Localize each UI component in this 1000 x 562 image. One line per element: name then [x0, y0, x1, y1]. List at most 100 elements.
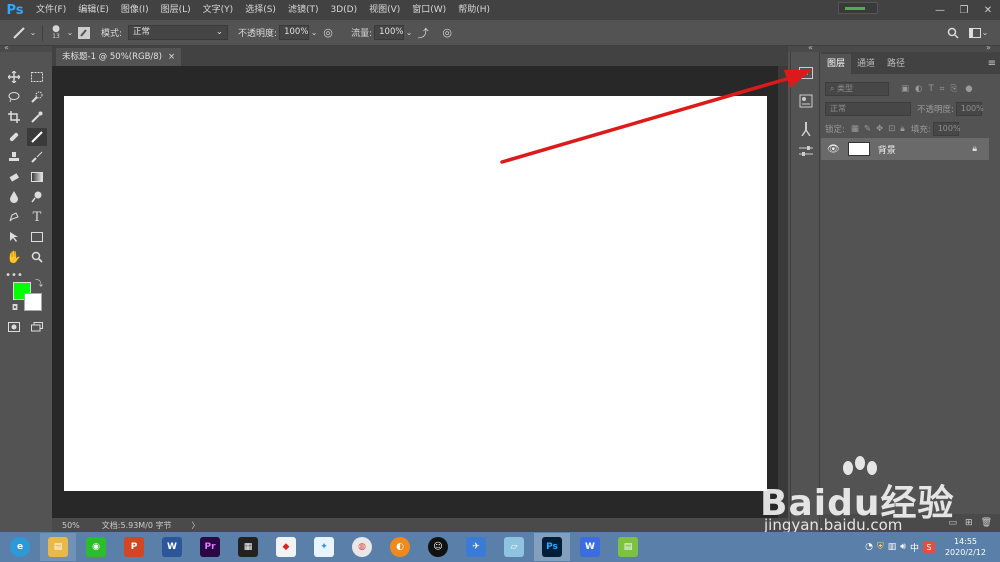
menu-type[interactable]: 文字(Y)	[197, 0, 240, 20]
healing-brush-tool-icon[interactable]	[4, 128, 24, 146]
quick-selection-tool-icon[interactable]	[27, 88, 47, 106]
collapse-right-icon[interactable]: «	[808, 43, 813, 52]
filter-toggle-icon[interactable]: ●	[965, 84, 972, 94]
mode-select[interactable]: 正常 ⌄	[128, 25, 229, 40]
chevron-down-icon[interactable]: ⌄	[309, 24, 319, 42]
gradient-tool-icon[interactable]	[27, 168, 47, 186]
brush-preset-picker[interactable]: ● 13	[47, 24, 65, 42]
chevron-down-icon[interactable]: ⌄	[28, 24, 38, 42]
wechat-icon[interactable]: ◉	[78, 533, 114, 561]
feishu-icon[interactable]: ✈	[458, 533, 494, 561]
chevron-down-icon[interactable]: ⌄	[980, 24, 990, 42]
rectangle-tool-icon[interactable]	[27, 228, 47, 246]
dodge-tool-icon[interactable]	[27, 188, 47, 206]
file-explorer-icon[interactable]: ▤	[40, 533, 76, 561]
bird-app-icon[interactable]: ✦	[306, 533, 342, 561]
menu-filter[interactable]: 滤镜(T)	[282, 0, 325, 20]
network-icon[interactable]: ▥	[888, 542, 897, 552]
hand-tool-icon[interactable]: ✋	[4, 248, 24, 266]
document-canvas[interactable]	[64, 96, 767, 491]
lasso-tool-icon[interactable]	[4, 88, 24, 106]
collapse-left-icon[interactable]: «	[4, 43, 9, 52]
layer-name[interactable]: 背景	[878, 143, 896, 156]
panel-menu-icon[interactable]: ≡	[988, 58, 996, 69]
filter-type-icon[interactable]: T	[928, 84, 933, 94]
antivirus-icon[interactable]: ⛨	[877, 542, 884, 552]
document-tab[interactable]: 未标题-1 @ 50%(RGB/8) ×	[56, 48, 182, 66]
ime-icon[interactable]: 中	[910, 541, 919, 554]
browser-icon[interactable]: e	[2, 533, 38, 561]
filter-smart-object-icon[interactable]: ⎘	[950, 84, 957, 94]
menu-view[interactable]: 视图(V)	[363, 0, 406, 20]
adjustments-panel-icon[interactable]	[797, 142, 815, 160]
menu-edit[interactable]: 编辑(E)	[72, 0, 115, 20]
chevron-down-icon[interactable]: ⌄	[65, 24, 75, 42]
blur-tool-icon[interactable]	[4, 188, 24, 206]
powerpoint-icon[interactable]: P	[116, 533, 152, 561]
expand-panels-icon[interactable]: »	[986, 43, 991, 52]
quick-mask-icon[interactable]	[4, 318, 24, 336]
crop-tool-icon[interactable]	[4, 108, 24, 126]
brush-tool-icon[interactable]	[27, 128, 47, 146]
restore-button[interactable]: ❐	[952, 0, 976, 20]
premiere-icon[interactable]: Pr	[192, 533, 228, 561]
menu-layer[interactable]: 图层(L)	[155, 0, 197, 20]
menu-file[interactable]: 文件(F)	[30, 0, 72, 20]
layer-opacity-input[interactable]: 100%	[955, 102, 984, 116]
system-clock[interactable]: 14:55 2020/2/12	[945, 536, 986, 558]
wps-icon[interactable]: W	[572, 533, 608, 561]
filter-adjustment-icon[interactable]: ◐	[915, 84, 922, 94]
lock-position-icon[interactable]: ✥	[876, 124, 883, 134]
lock-transparent-icon[interactable]: ▦	[851, 124, 859, 134]
screen-mode-icon[interactable]	[27, 318, 47, 336]
clone-stamp-tool-icon[interactable]	[4, 148, 24, 166]
word-icon[interactable]: W	[154, 533, 190, 561]
flow-input[interactable]: 100%	[374, 25, 405, 40]
history-panel-icon[interactable]	[797, 64, 815, 82]
search-icon[interactable]	[944, 24, 962, 42]
brush-settings-panel-icon[interactable]	[797, 120, 815, 138]
eraser-tool-icon[interactable]	[4, 168, 24, 186]
close-icon[interactable]: ×	[168, 48, 175, 66]
input-method-icon[interactable]: ◔	[865, 542, 873, 552]
delete-layer-icon[interactable]: 🗑︎	[981, 518, 992, 528]
layer-row[interactable]: 👁︎ 背景 🔒︎	[821, 138, 989, 160]
orange-app-icon[interactable]: ◐	[382, 533, 418, 561]
move-tool-icon[interactable]	[4, 68, 24, 86]
pressure-size-icon[interactable]: ◎	[438, 24, 456, 42]
fill-input[interactable]: 100%	[932, 122, 961, 136]
chrome-icon[interactable]: ◍	[344, 533, 380, 561]
minimize-button[interactable]: —	[928, 0, 952, 20]
brush-settings-icon[interactable]	[75, 24, 93, 42]
lock-artboard-icon[interactable]: ⊡	[888, 124, 895, 134]
eyedropper-tool-icon[interactable]	[27, 108, 47, 126]
lock-all-icon[interactable]: 🔒︎	[900, 124, 905, 134]
background-color-swatch[interactable]	[24, 293, 42, 311]
menu-select[interactable]: 选择(S)	[239, 0, 282, 20]
visibility-eye-icon[interactable]: 👁︎	[827, 144, 840, 155]
sogou-icon[interactable]: S	[922, 541, 935, 553]
path-selection-tool-icon[interactable]	[4, 228, 24, 246]
red-app-icon[interactable]: ◆	[268, 533, 304, 561]
swap-colors-icon[interactable]: ⤵	[34, 278, 44, 288]
green-app-icon[interactable]: ▤	[610, 533, 646, 561]
marquee-tool-icon[interactable]	[27, 68, 47, 86]
lock-pixels-icon[interactable]: ✎	[864, 124, 871, 134]
pressure-opacity-icon[interactable]: ◎	[319, 24, 337, 42]
tab-channels[interactable]: 通道	[851, 54, 881, 74]
new-layer-icon[interactable]: ⊞	[965, 518, 973, 528]
opacity-input[interactable]: 100%	[279, 25, 310, 40]
menu-image[interactable]: 图像(I)	[115, 0, 155, 20]
menu-help[interactable]: 帮助(H)	[452, 0, 496, 20]
brush-tool-icon[interactable]	[10, 24, 28, 42]
airbrush-icon[interactable]: ⤴	[414, 24, 432, 42]
status-menu-arrow[interactable]: 〉	[192, 520, 200, 531]
photoshop-taskbar-icon[interactable]: Ps	[534, 533, 570, 561]
zoom-level[interactable]: 50%	[62, 521, 80, 530]
zoom-tool-icon[interactable]	[27, 248, 47, 266]
video-editor-icon[interactable]: ▦	[230, 533, 266, 561]
tab-paths[interactable]: 路径	[881, 54, 911, 74]
notebook-app-icon[interactable]: ▱	[496, 533, 532, 561]
filter-shape-icon[interactable]: ⌗	[940, 84, 945, 94]
default-colors-icon[interactable]: ◘	[10, 302, 20, 312]
